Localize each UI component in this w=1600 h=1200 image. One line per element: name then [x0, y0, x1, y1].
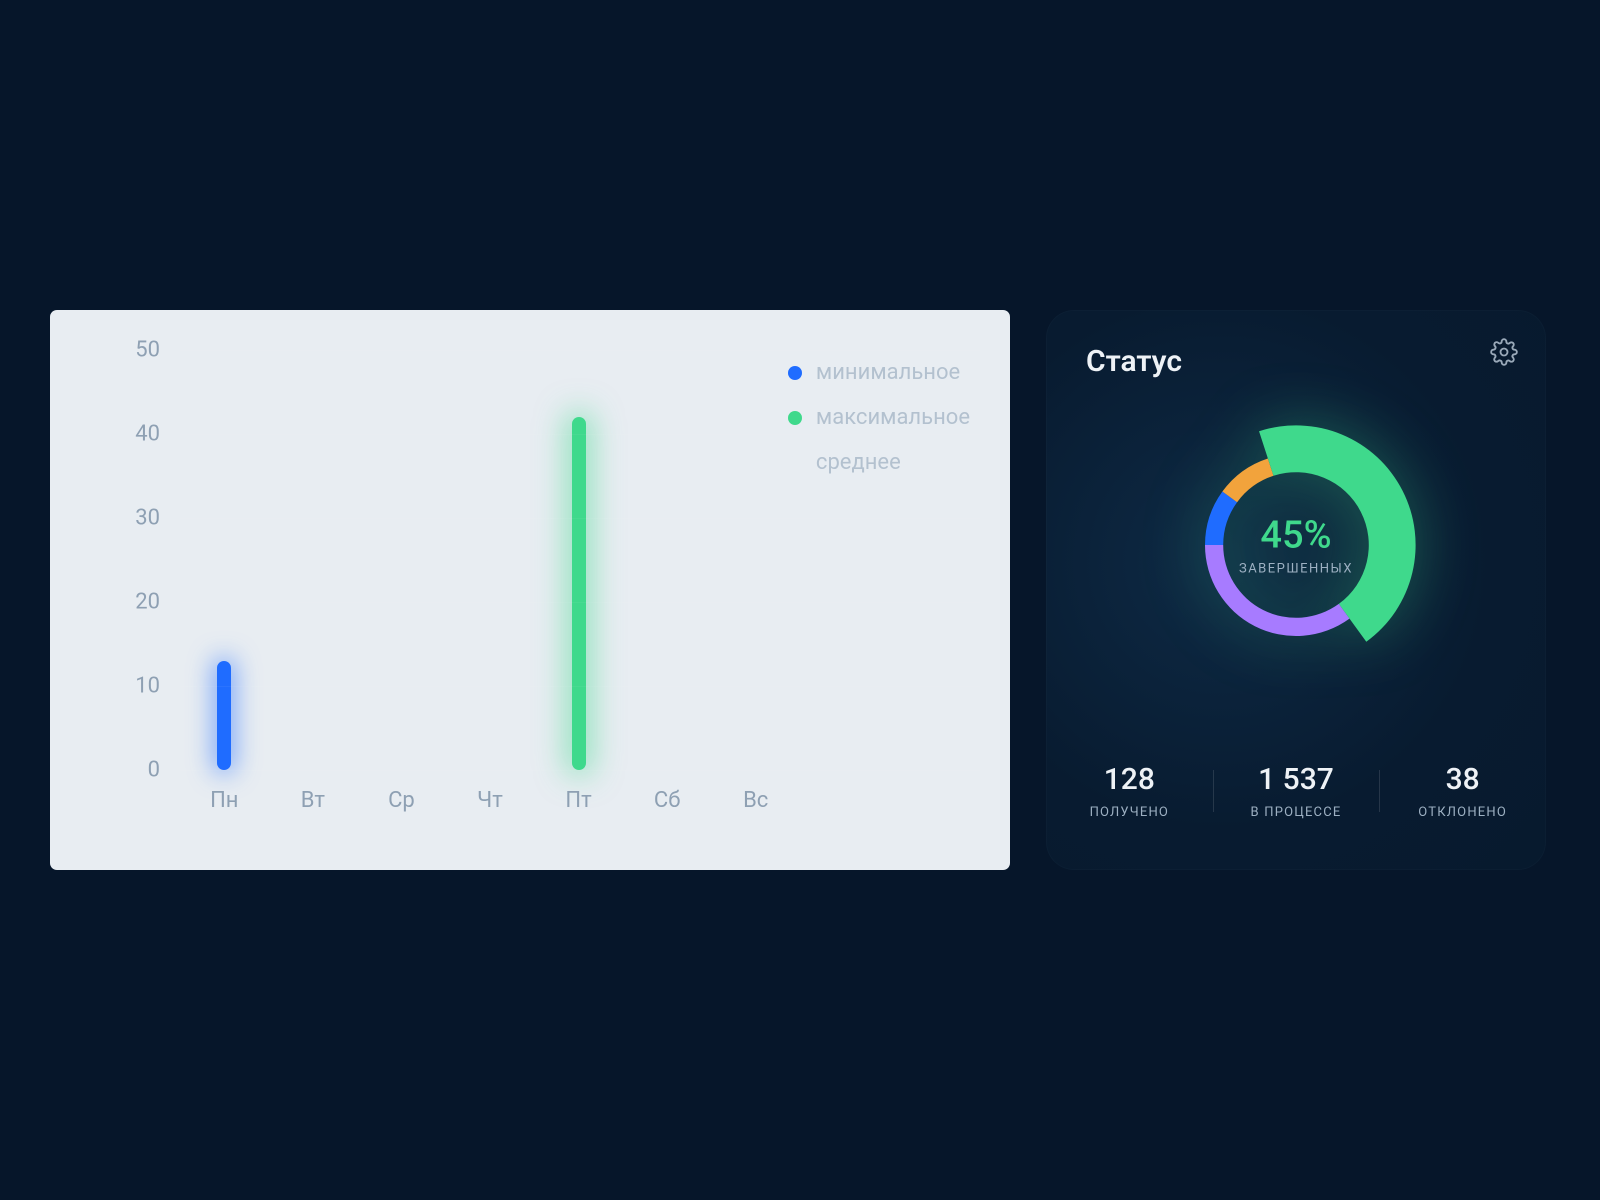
stat-received-value: 128	[1046, 762, 1213, 797]
donut-slice-blue	[1205, 492, 1237, 545]
y-axis: 01020304050	[110, 350, 170, 770]
x-tick-label: Пн	[180, 788, 269, 813]
stat-in-progress-value: 1 537	[1213, 762, 1380, 797]
bar-column	[269, 350, 358, 770]
bar-column	[623, 350, 712, 770]
stat-rejected-label: ОТКЛОНЕНО	[1379, 805, 1546, 820]
bar-Сб	[660, 510, 674, 770]
bar-plot-area: 01020304050 ПнВтСрЧтПтСбВс	[110, 350, 810, 770]
x-tick-label: Чт	[446, 788, 535, 813]
x-tick-label: Сб	[623, 788, 712, 813]
bar-column	[711, 350, 800, 770]
stat-received: 128 ПОЛУЧЕНО	[1046, 762, 1213, 820]
bar-chart-legend: минимальное максимальное среднее	[788, 360, 970, 475]
y-tick-label: 50	[110, 338, 160, 363]
stat-rejected-value: 38	[1379, 762, 1546, 797]
legend-item-max: максимальное	[788, 405, 970, 430]
grid-line	[180, 602, 980, 603]
bar-Вс	[749, 468, 763, 770]
x-tick-label: Вс	[711, 788, 800, 813]
y-tick-label: 10	[110, 674, 160, 699]
grid-line	[180, 518, 980, 519]
donut-center: 45% ЗАВЕРШЕННЫХ	[1239, 514, 1353, 577]
x-tick-label: Вт	[269, 788, 358, 813]
weekly-bar-chart-card: 0 10 20 30 40 50 ПнВтСрЧтПтСбВс минимальное м…	[50, 310, 1010, 870]
x-tick-label: Ср	[357, 788, 446, 813]
x-tick-label: Пт	[534, 788, 623, 813]
grid-line	[180, 350, 980, 351]
donut-center-value: 45%	[1239, 514, 1353, 558]
y-tick-label: 0	[110, 758, 160, 783]
legend-label-avg: среднее	[816, 450, 901, 475]
stat-rejected: 38 ОТКЛОНЕНО	[1379, 762, 1546, 820]
x-axis-labels: ПнВтСрЧтПтСбВс	[180, 788, 800, 813]
grid-line	[180, 686, 980, 687]
bar-column	[180, 350, 269, 770]
stat-in-progress-label: В ПРОЦЕССЕ	[1213, 805, 1380, 820]
status-card: Статус 45% ЗАВЕРШЕННЫХ 128 ПОЛУЧЕНО 1 53…	[1046, 310, 1546, 870]
donut-center-label: ЗАВЕРШЕННЫХ	[1239, 562, 1353, 577]
bar-Пт	[572, 417, 586, 770]
stat-in-progress: 1 537 В ПРОЦЕССЕ	[1213, 762, 1380, 820]
grid-line	[180, 770, 980, 771]
bar-Ср	[394, 459, 408, 770]
legend-dot-min	[788, 366, 802, 380]
bar-column	[357, 350, 446, 770]
bar-Вт	[306, 510, 320, 770]
gear-icon[interactable]	[1490, 338, 1518, 366]
bars-container	[180, 350, 800, 770]
legend-dot-max	[788, 411, 802, 425]
y-tick-label: 20	[110, 590, 160, 615]
bar-Пн	[217, 661, 231, 770]
legend-item-min: минимальное	[788, 360, 970, 385]
status-donut-chart: 45% ЗАВЕРШЕННЫХ	[1166, 415, 1426, 675]
y-tick-label: 40	[110, 422, 160, 447]
donut-slice-orange	[1222, 458, 1273, 502]
legend-label-max: максимальное	[816, 405, 970, 430]
legend-label-min: минимальное	[816, 360, 960, 385]
bar-Чт	[483, 560, 497, 770]
y-tick-label: 30	[110, 506, 160, 531]
legend-dot-avg	[788, 456, 802, 470]
legend-item-avg: среднее	[788, 450, 970, 475]
bar-column	[534, 350, 623, 770]
status-stats-row: 128 ПОЛУЧЕНО 1 537 В ПРОЦЕССЕ 38 ОТКЛОНЕ…	[1046, 762, 1546, 820]
bar-column	[446, 350, 535, 770]
status-title: Статус	[1086, 344, 1182, 379]
stat-received-label: ПОЛУЧЕНО	[1046, 805, 1213, 820]
